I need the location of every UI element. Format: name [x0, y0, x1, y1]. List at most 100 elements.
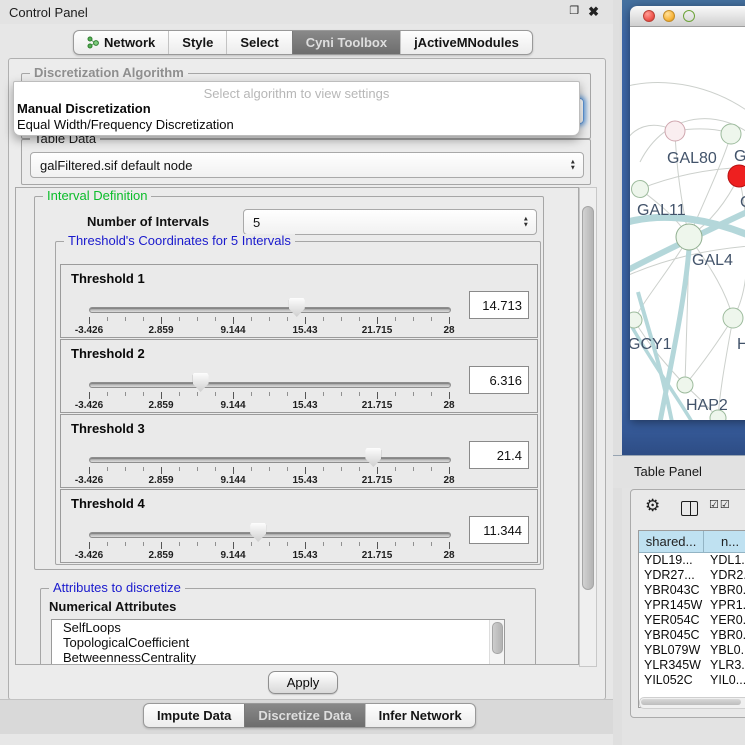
tick-mark — [197, 467, 198, 471]
threshold-value-field[interactable] — [469, 366, 529, 394]
tab-impute-data[interactable]: Impute Data — [144, 704, 244, 727]
network-node[interactable] — [632, 181, 649, 198]
column-header[interactable]: shared... — [639, 531, 704, 553]
table-cell[interactable]: YLR3... — [704, 658, 745, 673]
table-data-group: Table Data galFiltered.sif default node … — [21, 139, 591, 185]
table-cell[interactable]: YDL1... — [704, 553, 745, 568]
tick-mark — [143, 392, 144, 396]
threshold-panel: Threshold 2 -3.4262.8599.14415.4321.7152… — [60, 339, 538, 413]
tab-style[interactable]: Style — [168, 31, 226, 54]
threshold-value-field[interactable] — [469, 441, 529, 469]
table-cell[interactable]: YDR2... — [704, 568, 745, 583]
tick-mark — [233, 392, 234, 399]
close-traffic-light-icon[interactable] — [643, 10, 655, 22]
axis-tick-label: 28 — [443, 475, 454, 486]
list-scrollbar[interactable] — [489, 620, 504, 665]
table-cell[interactable]: YPR145W — [639, 598, 704, 613]
tab-discretize-data[interactable]: Discretize Data — [244, 704, 364, 727]
tab-network[interactable]: Network — [74, 31, 168, 54]
table-cell[interactable]: YBL0... — [704, 643, 745, 658]
table-cell[interactable]: YPR1... — [704, 598, 745, 613]
attribute-list-item[interactable]: SelfLoops — [52, 620, 504, 635]
settings-scrollbar[interactable] — [579, 187, 597, 667]
tab-select[interactable]: Select — [226, 31, 291, 54]
network-node[interactable] — [677, 377, 693, 393]
numerical-attributes-list[interactable]: SelfLoopsTopologicalCoefficientBetweenne… — [51, 619, 505, 665]
table-row[interactable]: YBR045CYBR0... — [639, 628, 745, 643]
tick-mark — [215, 542, 216, 546]
slider-thumb[interactable] — [289, 298, 305, 317]
network-node[interactable] — [665, 121, 685, 141]
scrollbar-thumb[interactable] — [641, 699, 741, 705]
table-cell[interactable]: YBL079W — [639, 643, 704, 658]
table-cell[interactable]: YIL0... — [704, 673, 745, 688]
network-node[interactable] — [721, 124, 741, 144]
table-data-combobox[interactable]: galFiltered.sif default node ▲▼ — [30, 152, 584, 178]
tick-mark — [395, 317, 396, 321]
column-header[interactable]: n... — [704, 531, 745, 553]
table-cell[interactable]: YDR27... — [639, 568, 704, 583]
control-panel-titlebar[interactable]: Control Panel ❐ ✖ — [0, 0, 613, 24]
slider-thumb[interactable] — [193, 373, 209, 392]
close-window-icon[interactable]: ✖ — [588, 4, 599, 20]
column-layout-icon[interactable] — [681, 501, 698, 516]
table-row[interactable]: YER054CYER0... — [639, 613, 745, 628]
table-row[interactable]: YPR145WYPR1... — [639, 598, 745, 613]
table-row[interactable]: YDL19...YDL1... — [639, 553, 745, 568]
tick-mark — [251, 542, 252, 546]
table-row[interactable]: YIL052CYIL0... — [639, 673, 745, 688]
threshold-value-field[interactable] — [469, 291, 529, 319]
float-window-icon[interactable]: ❐ — [569, 4, 579, 20]
network-node[interactable] — [723, 308, 743, 328]
network-graph[interactable]: GAL80 GA GAL11 GAL4 GCY1 H HAP2 C — [630, 27, 745, 420]
slider-thumb[interactable] — [365, 448, 381, 467]
tick-mark — [287, 392, 288, 396]
dropdown-option-equal-width-frequency[interactable]: Equal Width/Frequency Discretization — [17, 117, 234, 132]
tick-mark — [125, 392, 126, 396]
dropdown-option-manual-discretization[interactable]: Manual Discretization — [17, 101, 151, 116]
network-node-selected[interactable] — [728, 165, 745, 187]
scrollbar-thumb[interactable] — [582, 206, 594, 590]
zoom-traffic-light-icon[interactable] — [683, 10, 695, 22]
table-cell[interactable]: YBR0... — [704, 583, 745, 598]
tick-mark — [269, 542, 270, 546]
tab-cyni-toolbox[interactable]: Cyni Toolbox — [292, 31, 400, 54]
axis-tick-label: 9.144 — [220, 475, 245, 486]
network-canvas[interactable]: GAL80 GA GAL11 GAL4 GCY1 H HAP2 C — [630, 27, 745, 420]
minimize-traffic-light-icon[interactable] — [663, 10, 675, 22]
threshold-value-field[interactable] — [469, 516, 529, 544]
table-cell[interactable]: YER054C — [639, 613, 704, 628]
gear-icon[interactable]: ⚙ — [645, 496, 660, 516]
tab-jactivemnodules[interactable]: jActiveMNodules — [400, 31, 532, 54]
table-cell[interactable]: YDL19... — [639, 553, 704, 568]
table-horizontal-scrollbar[interactable] — [639, 697, 745, 709]
slider-ticks — [89, 317, 449, 325]
network-node[interactable] — [630, 312, 642, 328]
table-cell[interactable]: YLR345W — [639, 658, 704, 673]
network-window-titlebar[interactable] — [630, 6, 745, 27]
algorithm-dropdown-popup: Select algorithm to view settings Manual… — [13, 81, 580, 136]
table-row[interactable]: YBR043CYBR0... — [639, 583, 745, 598]
table-row[interactable]: YBL079WYBL0... — [639, 643, 745, 658]
table-row[interactable]: YLR345WYLR3... — [639, 658, 745, 673]
attribute-list-item[interactable]: TopologicalCoefficient — [52, 635, 504, 650]
table-cell[interactable]: YIL052C — [639, 673, 704, 688]
slider-thumb[interactable] — [250, 523, 266, 542]
table-cell[interactable]: YBR045C — [639, 628, 704, 643]
network-node[interactable] — [676, 224, 702, 250]
tick-mark — [179, 542, 180, 546]
tick-mark — [269, 467, 270, 471]
tab-infer-network[interactable]: Infer Network — [365, 704, 475, 727]
number-of-intervals-combobox[interactable]: 5 ▲▼ — [243, 209, 537, 235]
threshold-label: Threshold 4 — [71, 496, 145, 511]
select-columns-icon[interactable]: ☑☑ — [709, 498, 731, 511]
attribute-list-item[interactable]: BetweennessCentrality — [52, 650, 504, 665]
table-cell[interactable]: YBR0... — [704, 628, 745, 643]
table-cell[interactable]: YBR043C — [639, 583, 704, 598]
tick-mark — [341, 467, 342, 471]
apply-button[interactable]: Apply — [268, 671, 338, 694]
table-row[interactable]: YDR27...YDR2... — [639, 568, 745, 583]
panel-divider[interactable] — [613, 0, 622, 745]
table-cell[interactable]: YER0... — [704, 613, 745, 628]
tick-mark — [89, 392, 90, 399]
